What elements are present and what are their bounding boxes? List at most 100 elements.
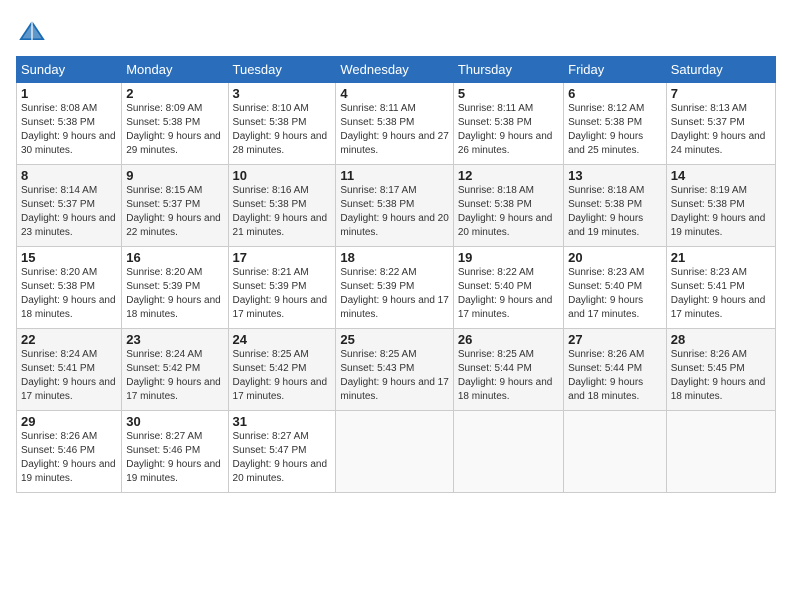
day-number: 12 bbox=[458, 168, 559, 183]
day-cell: 13 Sunrise: 8:18 AMSunset: 5:38 PMDaylig… bbox=[564, 165, 667, 247]
day-number: 2 bbox=[126, 86, 223, 101]
day-detail: Sunrise: 8:22 AMSunset: 5:40 PMDaylight:… bbox=[458, 267, 553, 320]
day-cell: 26 Sunrise: 8:25 AMSunset: 5:44 PMDaylig… bbox=[453, 329, 563, 411]
day-number: 1 bbox=[21, 86, 117, 101]
day-cell: 31 Sunrise: 8:27 AMSunset: 5:47 PMDaylig… bbox=[228, 411, 336, 493]
day-detail: Sunrise: 8:15 AMSunset: 5:37 PMDaylight:… bbox=[126, 185, 221, 238]
day-number: 24 bbox=[233, 332, 332, 347]
col-header-tuesday: Tuesday bbox=[228, 57, 336, 83]
day-cell: 27 Sunrise: 8:26 AMSunset: 5:44 PMDaylig… bbox=[564, 329, 667, 411]
day-number: 10 bbox=[233, 168, 332, 183]
day-cell: 1 Sunrise: 8:08 AMSunset: 5:38 PMDayligh… bbox=[17, 83, 122, 165]
day-cell: 16 Sunrise: 8:20 AMSunset: 5:39 PMDaylig… bbox=[122, 247, 228, 329]
week-row-1: 1 Sunrise: 8:08 AMSunset: 5:38 PMDayligh… bbox=[17, 83, 776, 165]
day-detail: Sunrise: 8:27 AMSunset: 5:47 PMDaylight:… bbox=[233, 431, 328, 484]
day-number: 3 bbox=[233, 86, 332, 101]
week-row-5: 29 Sunrise: 8:26 AMSunset: 5:46 PMDaylig… bbox=[17, 411, 776, 493]
day-cell: 9 Sunrise: 8:15 AMSunset: 5:37 PMDayligh… bbox=[122, 165, 228, 247]
day-cell: 29 Sunrise: 8:26 AMSunset: 5:46 PMDaylig… bbox=[17, 411, 122, 493]
day-cell: 6 Sunrise: 8:12 AMSunset: 5:38 PMDayligh… bbox=[564, 83, 667, 165]
day-number: 25 bbox=[340, 332, 448, 347]
day-cell: 15 Sunrise: 8:20 AMSunset: 5:38 PMDaylig… bbox=[17, 247, 122, 329]
day-cell: 7 Sunrise: 8:13 AMSunset: 5:37 PMDayligh… bbox=[666, 83, 775, 165]
col-header-sunday: Sunday bbox=[17, 57, 122, 83]
day-number: 16 bbox=[126, 250, 223, 265]
day-detail: Sunrise: 8:16 AMSunset: 5:38 PMDaylight:… bbox=[233, 185, 328, 238]
col-header-wednesday: Wednesday bbox=[336, 57, 453, 83]
day-detail: Sunrise: 8:23 AMSunset: 5:41 PMDaylight:… bbox=[671, 267, 766, 320]
day-number: 29 bbox=[21, 414, 117, 429]
day-cell: 14 Sunrise: 8:19 AMSunset: 5:38 PMDaylig… bbox=[666, 165, 775, 247]
week-row-4: 22 Sunrise: 8:24 AMSunset: 5:41 PMDaylig… bbox=[17, 329, 776, 411]
day-cell: 22 Sunrise: 8:24 AMSunset: 5:41 PMDaylig… bbox=[17, 329, 122, 411]
day-detail: Sunrise: 8:21 AMSunset: 5:39 PMDaylight:… bbox=[233, 267, 328, 320]
day-cell: 21 Sunrise: 8:23 AMSunset: 5:41 PMDaylig… bbox=[666, 247, 775, 329]
col-header-thursday: Thursday bbox=[453, 57, 563, 83]
day-cell bbox=[564, 411, 667, 493]
day-detail: Sunrise: 8:20 AMSunset: 5:39 PMDaylight:… bbox=[126, 267, 221, 320]
day-number: 9 bbox=[126, 168, 223, 183]
day-detail: Sunrise: 8:24 AMSunset: 5:42 PMDaylight:… bbox=[126, 349, 221, 402]
day-number: 19 bbox=[458, 250, 559, 265]
day-cell bbox=[336, 411, 453, 493]
day-detail: Sunrise: 8:25 AMSunset: 5:43 PMDaylight:… bbox=[340, 349, 448, 402]
main-container: SundayMondayTuesdayWednesdayThursdayFrid… bbox=[0, 0, 792, 501]
day-cell: 4 Sunrise: 8:11 AMSunset: 5:38 PMDayligh… bbox=[336, 83, 453, 165]
week-row-2: 8 Sunrise: 8:14 AMSunset: 5:37 PMDayligh… bbox=[17, 165, 776, 247]
day-cell bbox=[453, 411, 563, 493]
day-detail: Sunrise: 8:25 AMSunset: 5:44 PMDaylight:… bbox=[458, 349, 553, 402]
day-number: 18 bbox=[340, 250, 448, 265]
day-detail: Sunrise: 8:27 AMSunset: 5:46 PMDaylight:… bbox=[126, 431, 221, 484]
day-detail: Sunrise: 8:18 AMSunset: 5:38 PMDaylight:… bbox=[568, 185, 644, 238]
day-detail: Sunrise: 8:08 AMSunset: 5:38 PMDaylight:… bbox=[21, 103, 116, 156]
day-number: 22 bbox=[21, 332, 117, 347]
day-number: 11 bbox=[340, 168, 448, 183]
day-detail: Sunrise: 8:11 AMSunset: 5:38 PMDaylight:… bbox=[458, 103, 553, 156]
day-detail: Sunrise: 8:26 AMSunset: 5:46 PMDaylight:… bbox=[21, 431, 116, 484]
day-number: 14 bbox=[671, 168, 771, 183]
day-detail: Sunrise: 8:17 AMSunset: 5:38 PMDaylight:… bbox=[340, 185, 448, 238]
day-number: 26 bbox=[458, 332, 559, 347]
day-number: 27 bbox=[568, 332, 662, 347]
day-cell: 8 Sunrise: 8:14 AMSunset: 5:37 PMDayligh… bbox=[17, 165, 122, 247]
day-cell: 17 Sunrise: 8:21 AMSunset: 5:39 PMDaylig… bbox=[228, 247, 336, 329]
day-cell: 20 Sunrise: 8:23 AMSunset: 5:40 PMDaylig… bbox=[564, 247, 667, 329]
calendar-table: SundayMondayTuesdayWednesdayThursdayFrid… bbox=[16, 56, 776, 493]
day-detail: Sunrise: 8:26 AMSunset: 5:45 PMDaylight:… bbox=[671, 349, 766, 402]
day-detail: Sunrise: 8:09 AMSunset: 5:38 PMDaylight:… bbox=[126, 103, 221, 156]
day-cell: 18 Sunrise: 8:22 AMSunset: 5:39 PMDaylig… bbox=[336, 247, 453, 329]
day-detail: Sunrise: 8:11 AMSunset: 5:38 PMDaylight:… bbox=[340, 103, 448, 156]
logo-icon bbox=[16, 16, 48, 48]
header-row-days: SundayMondayTuesdayWednesdayThursdayFrid… bbox=[17, 57, 776, 83]
day-cell: 12 Sunrise: 8:18 AMSunset: 5:38 PMDaylig… bbox=[453, 165, 563, 247]
day-cell bbox=[666, 411, 775, 493]
week-row-3: 15 Sunrise: 8:20 AMSunset: 5:38 PMDaylig… bbox=[17, 247, 776, 329]
day-cell: 19 Sunrise: 8:22 AMSunset: 5:40 PMDaylig… bbox=[453, 247, 563, 329]
logo bbox=[16, 16, 52, 48]
day-number: 31 bbox=[233, 414, 332, 429]
day-detail: Sunrise: 8:22 AMSunset: 5:39 PMDaylight:… bbox=[340, 267, 448, 320]
day-cell: 23 Sunrise: 8:24 AMSunset: 5:42 PMDaylig… bbox=[122, 329, 228, 411]
day-number: 7 bbox=[671, 86, 771, 101]
day-detail: Sunrise: 8:26 AMSunset: 5:44 PMDaylight:… bbox=[568, 349, 644, 402]
day-cell: 2 Sunrise: 8:09 AMSunset: 5:38 PMDayligh… bbox=[122, 83, 228, 165]
day-cell: 5 Sunrise: 8:11 AMSunset: 5:38 PMDayligh… bbox=[453, 83, 563, 165]
col-header-saturday: Saturday bbox=[666, 57, 775, 83]
day-cell: 30 Sunrise: 8:27 AMSunset: 5:46 PMDaylig… bbox=[122, 411, 228, 493]
day-number: 13 bbox=[568, 168, 662, 183]
header-row bbox=[16, 16, 776, 48]
day-number: 21 bbox=[671, 250, 771, 265]
day-number: 5 bbox=[458, 86, 559, 101]
day-number: 15 bbox=[21, 250, 117, 265]
day-cell: 10 Sunrise: 8:16 AMSunset: 5:38 PMDaylig… bbox=[228, 165, 336, 247]
day-number: 6 bbox=[568, 86, 662, 101]
day-detail: Sunrise: 8:10 AMSunset: 5:38 PMDaylight:… bbox=[233, 103, 328, 156]
day-detail: Sunrise: 8:18 AMSunset: 5:38 PMDaylight:… bbox=[458, 185, 553, 238]
day-detail: Sunrise: 8:25 AMSunset: 5:42 PMDaylight:… bbox=[233, 349, 328, 402]
day-number: 23 bbox=[126, 332, 223, 347]
day-cell: 24 Sunrise: 8:25 AMSunset: 5:42 PMDaylig… bbox=[228, 329, 336, 411]
day-detail: Sunrise: 8:20 AMSunset: 5:38 PMDaylight:… bbox=[21, 267, 116, 320]
day-number: 20 bbox=[568, 250, 662, 265]
day-cell: 25 Sunrise: 8:25 AMSunset: 5:43 PMDaylig… bbox=[336, 329, 453, 411]
day-detail: Sunrise: 8:23 AMSunset: 5:40 PMDaylight:… bbox=[568, 267, 644, 320]
